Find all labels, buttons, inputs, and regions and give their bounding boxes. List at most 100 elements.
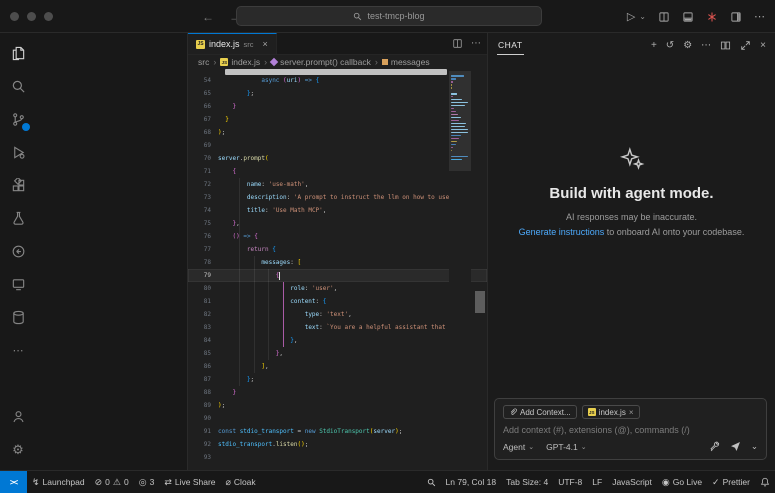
split-editor-icon[interactable] xyxy=(658,11,670,23)
model-picker[interactable]: GPT-4.1⌄ xyxy=(546,442,587,452)
window-zoom-button[interactable] xyxy=(44,12,53,21)
send-dropdown-icon[interactable]: ⌄ xyxy=(751,441,758,452)
code-line[interactable]: 79 { xyxy=(188,269,487,282)
code-line[interactable]: 67 } xyxy=(188,113,487,126)
scrollbar-thumb[interactable] xyxy=(475,291,485,313)
close-panel-icon[interactable]: × xyxy=(760,40,766,51)
status-live-share[interactable]: ⇄Live Share xyxy=(159,471,220,493)
tab-close-icon[interactable]: × xyxy=(263,39,268,49)
add-context-button[interactable]: Add Context... xyxy=(503,405,577,419)
activity-remote-explorer[interactable] xyxy=(0,268,36,301)
breadcrumb-item-messages[interactable]: messages xyxy=(382,57,430,67)
tab-index-js[interactable]: JS index.js src × xyxy=(188,33,277,54)
window-minimize-button[interactable] xyxy=(27,12,36,21)
status-tab-size[interactable]: Tab Size: 4 xyxy=(501,471,553,493)
activity-account[interactable] xyxy=(0,400,36,433)
code-line[interactable]: 74 title: 'Use Math MCP', xyxy=(188,204,487,217)
new-chat-icon[interactable]: + xyxy=(651,40,657,51)
code-line[interactable]: 75 }, xyxy=(188,217,487,230)
breadcrumb-item-callback[interactable]: server.prompt() callback xyxy=(271,57,371,67)
activity-testing[interactable] xyxy=(0,202,36,235)
editor-scrollbar[interactable] xyxy=(474,69,486,465)
activity-database[interactable] xyxy=(0,301,36,334)
window-controls[interactable] xyxy=(10,12,53,21)
code-line[interactable]: 92stdio_transport.listen(); xyxy=(188,438,487,451)
code-line[interactable]: 88 } xyxy=(188,386,487,399)
code-line[interactable]: 73 description: 'A prompt to instruct th… xyxy=(188,191,487,204)
code-line[interactable]: 83 text: `You are a helpful assistant th… xyxy=(188,321,487,334)
maximize-panel-icon[interactable] xyxy=(740,40,751,51)
code-line[interactable]: 81 content: { xyxy=(188,295,487,308)
tools-icon[interactable] xyxy=(709,441,720,452)
open-chat-in-editor-icon[interactable] xyxy=(720,40,731,51)
code-line[interactable]: 89); xyxy=(188,399,487,412)
run-button[interactable]: ▷ xyxy=(627,10,635,23)
status-problems[interactable]: ⊘0 ⚠0 xyxy=(90,471,134,493)
activity-live-share[interactable] xyxy=(0,235,36,268)
toggle-secondary-sidebar-icon[interactable] xyxy=(730,11,742,23)
activity-run-debug[interactable] xyxy=(0,136,36,169)
attached-file-chip[interactable]: JS index.js × xyxy=(582,405,640,419)
code-line[interactable]: 91const stdio_transport = new StdioTrans… xyxy=(188,425,487,438)
code-line[interactable]: 70server.prompt( xyxy=(188,152,487,165)
chat-history-icon[interactable]: ↺ xyxy=(666,40,674,51)
code-line[interactable]: 77 return { xyxy=(188,243,487,256)
editor-more-actions-icon[interactable]: ⋯ xyxy=(471,38,481,49)
run-dropdown-icon[interactable]: ⌄ xyxy=(639,12,646,21)
code-line[interactable]: 65 }; xyxy=(188,87,487,100)
chat-more-actions-icon[interactable]: ⋯ xyxy=(701,40,711,51)
minimap[interactable] xyxy=(449,71,471,467)
activity-more[interactable]: ⋯ xyxy=(0,334,36,367)
breadcrumb-item-src[interactable]: src xyxy=(198,57,209,67)
status-launchpad[interactable]: ↯Launchpad xyxy=(27,471,90,493)
code-line[interactable]: 54 async (uri) => { xyxy=(188,74,487,87)
code-line[interactable]: 76 () => { xyxy=(188,230,487,243)
remove-context-icon[interactable]: × xyxy=(629,408,634,417)
activity-source-control[interactable] xyxy=(0,103,36,136)
status-count[interactable]: ◎3 xyxy=(134,471,160,493)
code-line[interactable]: 80 role: 'user', xyxy=(188,282,487,295)
status-prettier[interactable]: ✓Prettier xyxy=(707,471,755,493)
code-line[interactable]: 72 name: 'use-math', xyxy=(188,178,487,191)
send-icon[interactable] xyxy=(730,441,741,452)
code-line[interactable]: 66 } xyxy=(188,100,487,113)
generate-instructions-link[interactable]: Generate instructions xyxy=(519,227,605,237)
toggle-panel-icon[interactable] xyxy=(682,11,694,23)
code-line[interactable]: 85 }, xyxy=(188,347,487,360)
code-line[interactable]: 84 }, xyxy=(188,334,487,347)
code-line[interactable]: 86 ], xyxy=(188,360,487,373)
code-line[interactable]: 68); xyxy=(188,126,487,139)
status-search[interactable] xyxy=(422,471,441,493)
activity-search[interactable] xyxy=(0,70,36,103)
code-line[interactable]: 69 xyxy=(188,139,487,152)
status-line-col[interactable]: Ln 79, Col 18 xyxy=(441,471,502,493)
split-editor-icon[interactable] xyxy=(452,38,463,49)
nav-back-button[interactable]: ← xyxy=(202,10,214,24)
code-line[interactable]: 71 { xyxy=(188,165,487,178)
status-language[interactable]: JavaScript xyxy=(607,471,657,493)
code-line[interactable]: 90 xyxy=(188,412,487,425)
extension-record-icon[interactable] xyxy=(706,11,718,23)
code-editor[interactable]: 54 async (uri) => {65 };66 }67 }68);6970… xyxy=(188,69,487,470)
chat-settings-gear-icon[interactable]: ⚙ xyxy=(683,40,692,51)
code-line[interactable]: 93 xyxy=(188,451,487,464)
customize-layout-icon[interactable]: ⋯ xyxy=(754,10,765,23)
code-line[interactable]: 82 type: 'text', xyxy=(188,308,487,321)
code-line[interactable]: 78 messages: [ xyxy=(188,256,487,269)
chat-input[interactable] xyxy=(503,425,758,435)
remote-indicator[interactable]: >< xyxy=(0,471,27,493)
status-cloak[interactable]: ⌀Cloak xyxy=(221,471,261,493)
breadcrumb-item-file[interactable]: JSindex.js xyxy=(220,57,260,67)
window-close-button[interactable] xyxy=(10,12,19,21)
command-center-search[interactable]: test-tmcp-blog xyxy=(236,6,542,26)
chat-title-tab[interactable]: CHAT xyxy=(497,36,524,55)
status-encoding[interactable]: UTF-8 xyxy=(553,471,587,493)
status-eol[interactable]: LF xyxy=(587,471,607,493)
status-go-live[interactable]: ◉Go Live xyxy=(657,471,707,493)
code-line[interactable]: 87 }; xyxy=(188,373,487,386)
activity-explorer[interactable] xyxy=(0,37,36,70)
status-notifications[interactable] xyxy=(755,471,775,493)
activity-settings[interactable]: ⚙ xyxy=(0,433,36,466)
chat-mode-picker[interactable]: Agent⌄ xyxy=(503,442,534,452)
activity-extensions[interactable] xyxy=(0,169,36,202)
